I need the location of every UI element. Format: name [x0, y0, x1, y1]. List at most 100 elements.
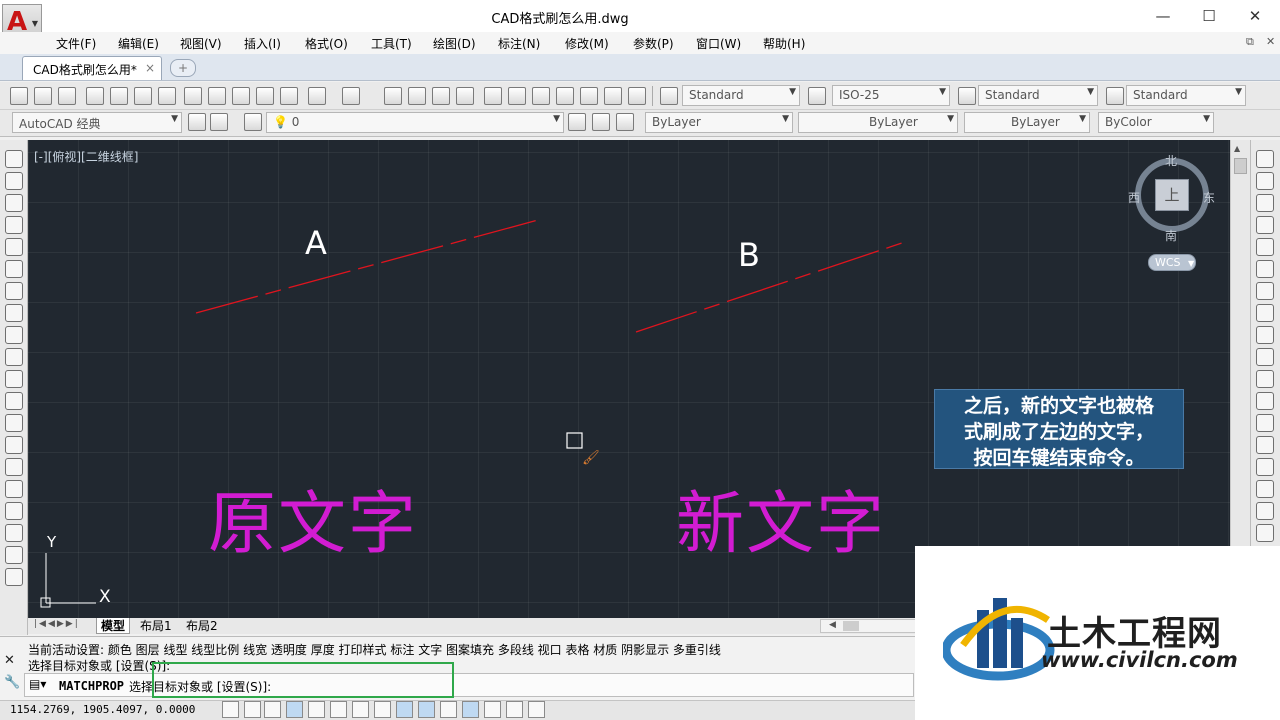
ellipse-icon[interactable] [5, 348, 23, 366]
lineweight-toggle-icon[interactable] [440, 701, 457, 718]
mleader-style-select[interactable]: Standard ▼ [1126, 85, 1246, 106]
explode-icon[interactable] [1256, 524, 1274, 542]
compass-west[interactable]: 西 [1128, 189, 1140, 206]
move-icon[interactable] [1256, 260, 1274, 278]
menu-draw[interactable]: 绘图(D) [433, 35, 476, 52]
redo-icon[interactable] [342, 87, 360, 105]
line-icon[interactable] [5, 150, 23, 168]
chamfer-icon[interactable] [1256, 458, 1274, 476]
text-style-select[interactable]: Standard ▼ [682, 85, 800, 106]
add-selected-icon[interactable] [5, 568, 23, 586]
line-a[interactable] [195, 219, 539, 314]
rectangle-icon[interactable] [5, 238, 23, 256]
copy-object-icon[interactable] [1256, 172, 1274, 190]
menu-insert[interactable]: 插入(I) [244, 35, 281, 52]
paste-icon[interactable] [232, 87, 250, 105]
close-command-icon[interactable]: ✕ [4, 653, 15, 668]
dynamic-input-icon[interactable] [418, 701, 435, 718]
3d-object-snap-icon[interactable] [352, 701, 369, 718]
new-tab-button[interactable]: + [170, 59, 196, 77]
wcs-menu[interactable]: WCS ▼ [1148, 254, 1196, 271]
menu-file[interactable]: 文件(F) [56, 35, 96, 52]
compass-north[interactable]: 北 [1165, 152, 1177, 169]
markup-icon[interactable] [580, 87, 598, 105]
compass-east[interactable]: 东 [1203, 189, 1215, 206]
publish-icon[interactable] [134, 87, 152, 105]
compass-south[interactable]: 南 [1165, 227, 1177, 244]
make-block-icon[interactable] [5, 414, 23, 432]
stretch-icon[interactable] [1256, 326, 1274, 344]
zoom-realtime-icon[interactable] [408, 87, 426, 105]
region-icon[interactable] [5, 502, 23, 520]
spline-icon[interactable] [5, 326, 23, 344]
workspace-settings-icon[interactable] [188, 113, 206, 131]
ortho-mode-icon[interactable] [286, 701, 303, 718]
tab-layout1[interactable]: 布局1 [136, 618, 176, 634]
menu-dimension[interactable]: 标注(N) [498, 35, 540, 52]
scale-icon[interactable] [1256, 304, 1274, 322]
arc-icon[interactable] [5, 260, 23, 278]
vertical-scroll-thumb[interactable] [1234, 158, 1247, 174]
polar-tracking-icon[interactable] [308, 701, 325, 718]
linetype-select[interactable]: ByLayer ▼ [798, 112, 958, 133]
zoom-window-icon[interactable] [432, 87, 450, 105]
save-icon[interactable] [58, 87, 76, 105]
tab-model[interactable]: 模型 [96, 618, 131, 634]
quick-properties-icon[interactable] [484, 701, 501, 718]
dim-style-select[interactable]: ISO-25 ▼ [832, 85, 950, 106]
scroll-left-icon[interactable]: ◀ [829, 620, 836, 630]
print-icon[interactable] [86, 87, 104, 105]
layer-previous-icon[interactable] [592, 113, 610, 131]
mirror-icon[interactable] [1256, 194, 1274, 212]
hatch-icon[interactable] [5, 458, 23, 476]
block-editor-icon[interactable] [280, 87, 298, 105]
text-new[interactable]: 新文字 [676, 468, 886, 567]
layer-select[interactable]: 💡 0 ▼ [266, 112, 564, 133]
coordinates-readout[interactable]: 1154.2769, 1905.4097, 0.0000 [10, 703, 195, 716]
3d-print-icon[interactable] [158, 87, 176, 105]
selection-cycling-icon[interactable] [506, 701, 523, 718]
tab-layout2[interactable]: 布局2 [182, 618, 222, 634]
rotate-icon[interactable] [1256, 282, 1274, 300]
ellipse-arc-icon[interactable] [5, 370, 23, 388]
grid-display-icon[interactable] [264, 701, 281, 718]
blend-curves-icon[interactable] [1256, 502, 1274, 520]
object-snap-icon[interactable] [330, 701, 347, 718]
horizontal-scroll-thumb[interactable] [843, 621, 859, 631]
gradient-icon[interactable] [5, 480, 23, 498]
fillet-icon[interactable] [1256, 480, 1274, 498]
open-file-icon[interactable] [34, 87, 52, 105]
revision-cloud-icon[interactable] [5, 304, 23, 322]
minimize-button[interactable]: — [1140, 4, 1186, 28]
snap-mode-icon[interactable] [244, 701, 261, 718]
command-prompt-icon[interactable]: ▤▾ [29, 677, 46, 691]
properties-icon[interactable] [484, 87, 502, 105]
point-icon[interactable] [5, 436, 23, 454]
make-current-layer-icon[interactable] [568, 113, 586, 131]
break-icon[interactable] [1256, 414, 1274, 432]
construction-line-icon[interactable] [5, 172, 23, 190]
help-icon[interactable] [628, 87, 646, 105]
tool-palettes-icon[interactable] [532, 87, 550, 105]
menu-edit[interactable]: 编辑(E) [118, 35, 159, 52]
polyline-icon[interactable] [5, 194, 23, 212]
layer-state-icon[interactable] [616, 113, 634, 131]
circle-icon[interactable] [5, 282, 23, 300]
close-button[interactable]: ✕ [1232, 4, 1278, 28]
design-center-icon[interactable] [508, 87, 526, 105]
plot-style-select[interactable]: ByColor ▼ [1098, 112, 1214, 133]
pan-icon[interactable] [384, 87, 402, 105]
scroll-up-icon[interactable]: ▲ [1234, 144, 1240, 153]
menu-help[interactable]: 帮助(H) [763, 35, 805, 52]
tab-nav-arrows-icon[interactable]: |◀◀▶▶| [34, 619, 80, 629]
menu-view[interactable]: 视图(V) [180, 35, 222, 52]
multiline-text-icon[interactable] [5, 546, 23, 564]
sheet-set-icon[interactable] [556, 87, 574, 105]
maximize-button[interactable]: ☐ [1186, 4, 1232, 28]
menu-parametric[interactable]: 参数(P) [633, 35, 674, 52]
calculator-icon[interactable] [604, 87, 622, 105]
viewcube-top-face[interactable]: 上 [1155, 179, 1189, 211]
customize-wrench-icon[interactable]: 🔧 [4, 675, 20, 690]
transparency-icon[interactable] [462, 701, 479, 718]
restore-doc-icon[interactable]: ⧉ [1246, 35, 1254, 49]
